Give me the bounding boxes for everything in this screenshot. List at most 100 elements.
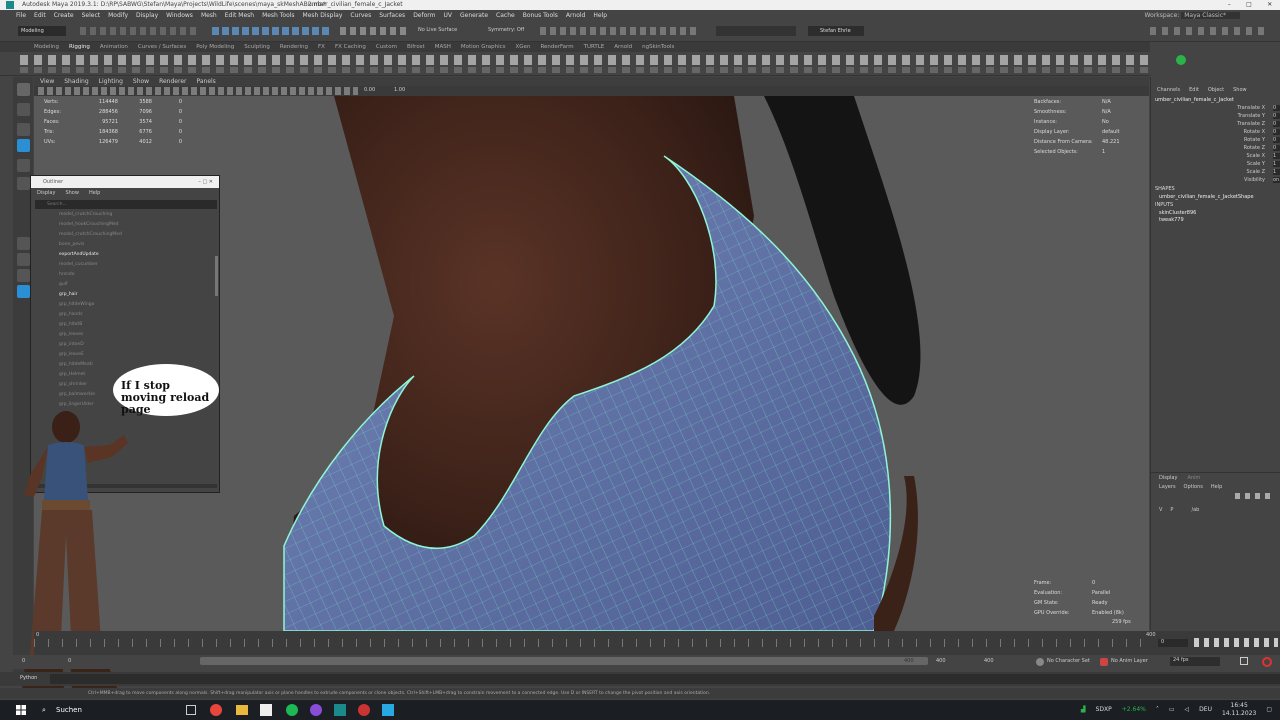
move-tool-icon[interactable]	[17, 139, 30, 152]
outliner-item[interactable]: grp_intoeD	[59, 340, 84, 350]
close-icon[interactable]: ✕	[1267, 0, 1272, 10]
shelf-tab-rendering[interactable]: Rendering	[280, 42, 308, 52]
playback-controls-icons[interactable]	[1194, 638, 1278, 647]
outliner-scrollbar[interactable]	[215, 256, 218, 296]
outliner-layout-icon[interactable]	[17, 285, 30, 298]
gamma-field[interactable]: 1.00	[394, 87, 405, 93]
outliner-item[interactable]: grp_leaves	[59, 330, 83, 340]
anim-layer-selector[interactable]: No Anim Layer	[1111, 658, 1148, 664]
menu-uv[interactable]: UV	[444, 12, 453, 19]
time-slider[interactable]: 0 400 0	[34, 631, 1280, 655]
app2-icon[interactable]	[382, 704, 394, 716]
input-tweak[interactable]: tweak779	[1159, 217, 1184, 223]
outliner-item[interactable]: grp_leaveE	[59, 350, 84, 360]
viewport-menu-panels[interactable]: Panels	[196, 77, 215, 86]
menu-create[interactable]: Create	[54, 12, 74, 19]
layer-row[interactable]: V P /ab	[1159, 507, 1277, 513]
command-language-label[interactable]: Python	[20, 675, 37, 681]
menu-bonus-tools[interactable]: Bonus Tools	[523, 12, 558, 19]
scale-tool-icon[interactable]	[17, 177, 30, 190]
menu-deform[interactable]: Deform	[413, 12, 435, 19]
channel-menu-channels[interactable]: Channels	[1157, 87, 1180, 93]
shelf-tab-renderfarm[interactable]: RenderFarm	[540, 42, 573, 52]
shelf-tab-turtle[interactable]: TURTLE	[584, 42, 605, 52]
range-end-field[interactable]: 400	[904, 658, 914, 664]
layer-tool-icons[interactable]	[1235, 493, 1275, 499]
shelf-tab-sculpting[interactable]: Sculpting	[244, 42, 270, 52]
file-tools-icons[interactable]	[80, 27, 200, 35]
outliner-item[interactable]: exportAndUpdate	[59, 250, 99, 260]
minimize-icon[interactable]: –	[1228, 0, 1231, 10]
current-frame-field[interactable]: 0	[1158, 639, 1188, 647]
outliner-item[interactable]: model_crutchCrouchingMed	[59, 230, 122, 240]
outliner-menu-show[interactable]: Show	[65, 188, 79, 199]
market-label[interactable]: SDXP	[1096, 700, 1112, 720]
volume-icon[interactable]: ◁	[1185, 700, 1190, 720]
chevron-up-icon[interactable]: ˄	[1156, 700, 1159, 720]
menu-display[interactable]: Display	[136, 12, 158, 19]
network-icon[interactable]: ▭	[1169, 700, 1175, 720]
outliner-close-icon[interactable]: – □ ✕	[198, 176, 213, 188]
outliner-menu-display[interactable]: Display	[37, 188, 55, 199]
shape-name[interactable]: umber_civilian_female_c_JacketShape	[1159, 194, 1254, 200]
playback-end-field[interactable]: 400	[936, 658, 946, 664]
layer-menu-layers[interactable]: Layers	[1159, 484, 1176, 490]
prefs-icon[interactable]	[1262, 657, 1272, 667]
paint-select-tool-icon[interactable]	[17, 123, 30, 136]
viewport-menu-lighting[interactable]: Lighting	[99, 77, 123, 86]
windows-start-icon[interactable]	[16, 705, 26, 715]
outliner-item[interactable]: grp_hands	[59, 310, 82, 320]
menu-mesh-tools[interactable]: Mesh Tools	[262, 12, 294, 19]
menu-edit[interactable]: Edit	[34, 12, 46, 19]
outliner-item[interactable]: grp_hitotB	[59, 320, 82, 330]
rotate-tool-icon[interactable]	[17, 159, 30, 172]
shelf-tab-curves-surfaces[interactable]: Curves / Surfaces	[138, 42, 186, 52]
channel-menu-show[interactable]: Show	[1233, 87, 1247, 93]
command-input[interactable]	[50, 674, 1280, 684]
shelf-tool-icons[interactable]	[20, 55, 1150, 65]
shelf-tab-animation[interactable]: Animation	[100, 42, 128, 52]
maximize-icon[interactable]: □	[1246, 0, 1252, 10]
menu-curves[interactable]: Curves	[350, 12, 371, 19]
range-bar[interactable]	[200, 657, 928, 665]
shelf-tab-xgen[interactable]: XGen	[516, 42, 531, 52]
input-skincluster[interactable]: skinCluster896	[1159, 210, 1196, 216]
chrome-icon[interactable]	[210, 704, 222, 716]
shelf-tab-fx[interactable]: FX	[318, 42, 325, 52]
layer-tab-display[interactable]: Display	[1159, 475, 1177, 481]
menu-windows[interactable]: Windows	[166, 12, 193, 19]
animation-end-field[interactable]: 400	[984, 658, 994, 664]
live-surface-label[interactable]: No Live Surface	[418, 27, 457, 33]
select-tool-icon[interactable]	[17, 83, 30, 96]
outliner-item[interactable]: gulf	[59, 280, 68, 290]
auto-key-icon[interactable]	[1240, 657, 1248, 665]
range-start-field[interactable]: 0	[68, 658, 71, 664]
layout-four-icon[interactable]	[17, 253, 30, 266]
layer-menu-help[interactable]: Help	[1211, 484, 1222, 490]
layer-playback-toggle[interactable]: P	[1170, 507, 1173, 513]
workspace-value[interactable]: Maya Classic*	[1181, 12, 1240, 19]
viewport-menu-renderer[interactable]: Renderer	[159, 77, 186, 86]
viewport-menu-show[interactable]: Show	[133, 77, 149, 86]
symmetry-selector[interactable]: Symmetry: Off	[488, 27, 524, 33]
channel-object-name[interactable]: umber_civilian_female_c_Jacket	[1155, 97, 1234, 103]
outliner-item[interactable]: grp_hair	[59, 290, 78, 300]
outliner-item[interactable]: model_crutchCrouching	[59, 210, 112, 220]
menu-arnold[interactable]: Arnold	[566, 12, 585, 19]
menu-surfaces[interactable]: Surfaces	[379, 12, 405, 19]
language-indicator[interactable]: DEU	[1199, 700, 1212, 720]
shelf-tab-fx-caching[interactable]: FX Caching	[335, 42, 366, 52]
fps-selector[interactable]: 24 fps	[1170, 657, 1220, 666]
input-field[interactable]	[716, 26, 796, 36]
menu-generate[interactable]: Generate	[460, 12, 488, 19]
outliner-menu-help[interactable]: Help	[89, 188, 100, 199]
layer-menu-options[interactable]: Options	[1184, 484, 1203, 490]
channel-menu-edit[interactable]: Edit	[1189, 87, 1199, 93]
taskbar-search[interactable]: ⌕ Suchen	[38, 700, 138, 720]
selection-mask-icons[interactable]	[212, 27, 332, 35]
notification-icon[interactable]: ▢	[1266, 700, 1272, 720]
outliner-search-input[interactable]: Search...	[35, 200, 217, 209]
layer-visibility-toggle[interactable]: V	[1159, 507, 1162, 513]
layer-name[interactable]: /ab	[1191, 507, 1199, 513]
menu-mesh[interactable]: Mesh	[201, 12, 217, 19]
